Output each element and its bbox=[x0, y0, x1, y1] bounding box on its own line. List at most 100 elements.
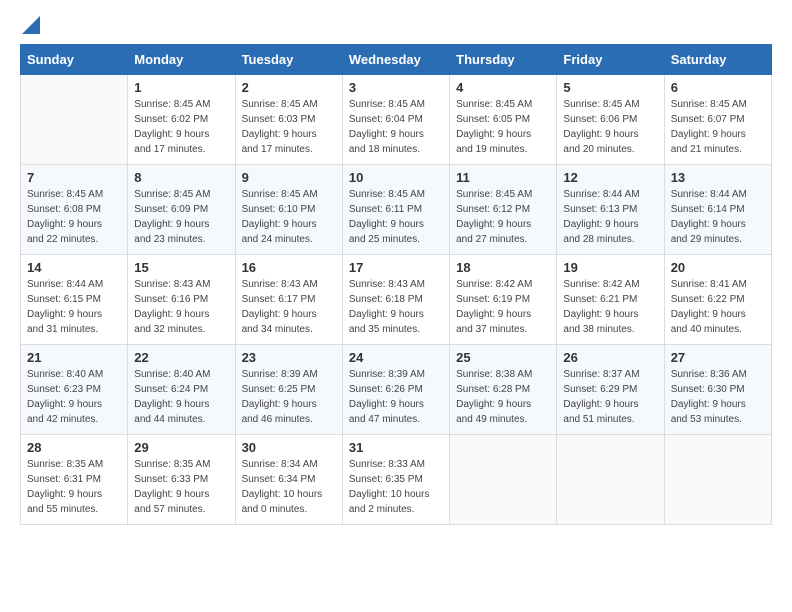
daylight-text-cont: and 53 minutes. bbox=[671, 412, 765, 427]
sunrise-text: Sunrise: 8:43 AM bbox=[134, 277, 228, 292]
day-number: 2 bbox=[242, 80, 336, 95]
calendar-week-row: 21Sunrise: 8:40 AMSunset: 6:23 PMDayligh… bbox=[21, 345, 772, 435]
calendar-cell: 3Sunrise: 8:45 AMSunset: 6:04 PMDaylight… bbox=[342, 75, 449, 165]
day-number: 8 bbox=[134, 170, 228, 185]
day-info: Sunrise: 8:41 AMSunset: 6:22 PMDaylight:… bbox=[671, 277, 765, 337]
daylight-text-cont: and 27 minutes. bbox=[456, 232, 550, 247]
header-saturday: Saturday bbox=[664, 45, 771, 75]
daylight-text: Daylight: 9 hours bbox=[671, 397, 765, 412]
daylight-text: Daylight: 9 hours bbox=[456, 217, 550, 232]
calendar-week-row: 14Sunrise: 8:44 AMSunset: 6:15 PMDayligh… bbox=[21, 255, 772, 345]
daylight-text-cont: and 22 minutes. bbox=[27, 232, 121, 247]
daylight-text: Daylight: 9 hours bbox=[349, 127, 443, 142]
calendar-cell: 1Sunrise: 8:45 AMSunset: 6:02 PMDaylight… bbox=[128, 75, 235, 165]
calendar-cell: 23 Sunrise: 8:39 AMSunset: 6:25 PMDayligh… bbox=[235, 345, 342, 435]
sunset-text: Sunset: 6:03 PM bbox=[242, 112, 336, 127]
calendar-cell: 7Sunrise: 8:45 AMSunset: 6:08 PMDaylight… bbox=[21, 165, 128, 255]
daylight-text: Daylight: 9 hours bbox=[456, 307, 550, 322]
sunrise-text: Sunrise: 8:37 AM bbox=[563, 367, 657, 382]
sunrise-text: Sunrise: 8:42 AM bbox=[456, 277, 550, 292]
sunset-text: Sunset: 6:21 PM bbox=[563, 292, 657, 307]
day-info: Sunrise: 8:45 AMSunset: 6:11 PMDaylight:… bbox=[349, 187, 443, 247]
sunrise-text: Sunrise: 8:45 AM bbox=[134, 97, 228, 112]
day-info: Sunrise: 8:45 AMSunset: 6:05 PMDaylight:… bbox=[456, 97, 550, 157]
daylight-text: Daylight: 9 hours bbox=[349, 397, 443, 412]
sunrise-text: Sunrise: 8:34 AM bbox=[242, 457, 336, 472]
daylight-text-cont: and 25 minutes. bbox=[349, 232, 443, 247]
daylight-text: Daylight: 10 hours bbox=[349, 487, 443, 502]
sunrise-text: Sunrise: 8:45 AM bbox=[27, 187, 121, 202]
day-info: Sunrise: 8:44 AMSunset: 6:15 PMDaylight:… bbox=[27, 277, 121, 337]
calendar-cell: 5Sunrise: 8:45 AMSunset: 6:06 PMDaylight… bbox=[557, 75, 664, 165]
sunset-text: Sunset: 6:13 PM bbox=[563, 202, 657, 217]
day-info: Sunrise: 8:45 AMSunset: 6:04 PMDaylight:… bbox=[349, 97, 443, 157]
calendar-cell bbox=[21, 75, 128, 165]
day-number: 21 bbox=[27, 350, 121, 365]
day-info: Sunrise: 8:35 AMSunset: 6:31 PMDaylight:… bbox=[27, 457, 121, 517]
sunrise-text: Sunrise: 8:45 AM bbox=[456, 187, 550, 202]
daylight-text: Daylight: 9 hours bbox=[134, 487, 228, 502]
daylight-text: Daylight: 9 hours bbox=[27, 217, 121, 232]
sunset-text: Sunset: 6:30 PM bbox=[671, 382, 765, 397]
calendar-cell: 19Sunrise: 8:42 AMSunset: 6:21 PMDayligh… bbox=[557, 255, 664, 345]
day-info: Sunrise: 8:45 AMSunset: 6:03 PMDaylight:… bbox=[242, 97, 336, 157]
daylight-text-cont: and 31 minutes. bbox=[27, 322, 121, 337]
daylight-text-cont: and 49 minutes. bbox=[456, 412, 550, 427]
daylight-text: Daylight: 9 hours bbox=[242, 307, 336, 322]
day-number: 30 bbox=[242, 440, 336, 455]
daylight-text: Daylight: 9 hours bbox=[349, 217, 443, 232]
daylight-text: Daylight: 9 hours bbox=[671, 217, 765, 232]
daylight-text: Daylight: 9 hours bbox=[134, 307, 228, 322]
calendar-table: SundayMondayTuesdayWednesdayThursdayFrid… bbox=[20, 44, 772, 525]
daylight-text: Daylight: 9 hours bbox=[27, 397, 121, 412]
sunset-text: Sunset: 6:04 PM bbox=[349, 112, 443, 127]
day-info: Sunrise: 8:45 AMSunset: 6:10 PMDaylight:… bbox=[242, 187, 336, 247]
calendar-cell: 8Sunrise: 8:45 AMSunset: 6:09 PMDaylight… bbox=[128, 165, 235, 255]
sunrise-text: Sunrise: 8:45 AM bbox=[456, 97, 550, 112]
calendar-cell: 29Sunrise: 8:35 AMSunset: 6:33 PMDayligh… bbox=[128, 435, 235, 525]
daylight-text: Daylight: 9 hours bbox=[27, 487, 121, 502]
daylight-text: Daylight: 9 hours bbox=[563, 397, 657, 412]
day-info: Sunrise: 8:38 AMSunset: 6:28 PMDaylight:… bbox=[456, 367, 550, 427]
sunset-text: Sunset: 6:28 PM bbox=[456, 382, 550, 397]
daylight-text: Daylight: 9 hours bbox=[563, 307, 657, 322]
sunset-text: Sunset: 6:34 PM bbox=[242, 472, 336, 487]
daylight-text: Daylight: 9 hours bbox=[242, 217, 336, 232]
header-friday: Friday bbox=[557, 45, 664, 75]
sunrise-text: Sunrise: 8:36 AM bbox=[671, 367, 765, 382]
calendar-cell: 25Sunrise: 8:38 AMSunset: 6:28 PMDayligh… bbox=[450, 345, 557, 435]
daylight-text-cont: and 38 minutes. bbox=[563, 322, 657, 337]
sunset-text: Sunset: 6:29 PM bbox=[563, 382, 657, 397]
header-monday: Monday bbox=[128, 45, 235, 75]
calendar-header-row: SundayMondayTuesdayWednesdayThursdayFrid… bbox=[21, 45, 772, 75]
sunrise-text: Sunrise: 8:33 AM bbox=[349, 457, 443, 472]
day-number: 15 bbox=[134, 260, 228, 275]
day-info: Sunrise: 8:45 AMSunset: 6:02 PMDaylight:… bbox=[134, 97, 228, 157]
sunset-text: Sunset: 6:25 PM bbox=[242, 382, 336, 397]
calendar-cell: 11Sunrise: 8:45 AMSunset: 6:12 PMDayligh… bbox=[450, 165, 557, 255]
day-number: 24 bbox=[349, 350, 443, 365]
daylight-text: Daylight: 9 hours bbox=[242, 127, 336, 142]
daylight-text-cont: and 19 minutes. bbox=[456, 142, 550, 157]
day-number: 23 bbox=[242, 350, 336, 365]
day-number: 11 bbox=[456, 170, 550, 185]
sunset-text: Sunset: 6:14 PM bbox=[671, 202, 765, 217]
calendar-cell: 16Sunrise: 8:43 AMSunset: 6:17 PMDayligh… bbox=[235, 255, 342, 345]
daylight-text-cont: and 2 minutes. bbox=[349, 502, 443, 517]
calendar-cell: 20Sunrise: 8:41 AMSunset: 6:22 PMDayligh… bbox=[664, 255, 771, 345]
daylight-text: Daylight: 9 hours bbox=[671, 127, 765, 142]
day-info: Sunrise: 8:45 AMSunset: 6:07 PMDaylight:… bbox=[671, 97, 765, 157]
calendar-cell: 13Sunrise: 8:44 AMSunset: 6:14 PMDayligh… bbox=[664, 165, 771, 255]
sunset-text: Sunset: 6:35 PM bbox=[349, 472, 443, 487]
sunrise-text: Sunrise: 8:45 AM bbox=[134, 187, 228, 202]
daylight-text-cont: and 23 minutes. bbox=[134, 232, 228, 247]
daylight-text-cont: and 35 minutes. bbox=[349, 322, 443, 337]
sunset-text: Sunset: 6:33 PM bbox=[134, 472, 228, 487]
day-info: Sunrise: 8:43 AMSunset: 6:17 PMDaylight:… bbox=[242, 277, 336, 337]
calendar-cell: 6Sunrise: 8:45 AMSunset: 6:07 PMDaylight… bbox=[664, 75, 771, 165]
daylight-text-cont: and 24 minutes. bbox=[242, 232, 336, 247]
day-info: Sunrise: 8:39 AMSunset: 6:25 PMDaylight:… bbox=[242, 367, 336, 427]
daylight-text-cont: and 55 minutes. bbox=[27, 502, 121, 517]
sunrise-text: Sunrise: 8:41 AM bbox=[671, 277, 765, 292]
calendar-cell: 17Sunrise: 8:43 AMSunset: 6:18 PMDayligh… bbox=[342, 255, 449, 345]
